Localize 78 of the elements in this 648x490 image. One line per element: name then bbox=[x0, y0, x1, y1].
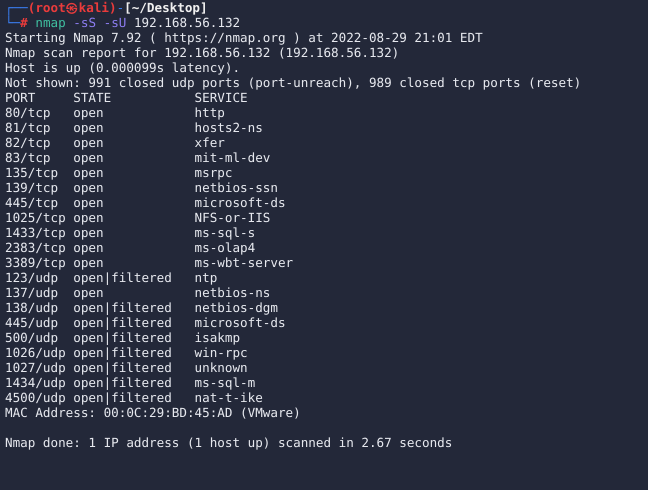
state-cell: open bbox=[73, 285, 104, 300]
state-cell: open|filtered bbox=[73, 270, 172, 285]
state-cell: open|filtered bbox=[73, 375, 172, 390]
port-cell: 2383/tcp bbox=[5, 240, 66, 255]
prompt-dash: - bbox=[116, 0, 124, 15]
port-cell: 135/tcp bbox=[5, 165, 58, 180]
state-cell: open bbox=[73, 210, 104, 225]
port-cell: 1027/udp bbox=[5, 360, 66, 375]
command-options: -sS -sU bbox=[73, 15, 126, 30]
state-cell: open|filtered bbox=[73, 300, 172, 315]
state-cell: open bbox=[73, 105, 104, 120]
output-line: Host is up (0.000099s latency). bbox=[5, 60, 240, 75]
prompt-path: [~/Desktop] bbox=[124, 0, 208, 15]
output-line: Not shown: 991 closed udp ports (port-unreach), 989 closed tcp ports (reset) bbox=[5, 75, 582, 90]
state-cell: open|filtered bbox=[73, 345, 172, 360]
port-cell: 81/tcp bbox=[5, 120, 50, 135]
port-cell: 137/udp bbox=[5, 285, 58, 300]
service-cell: msrpc bbox=[194, 165, 232, 180]
state-cell: open bbox=[73, 195, 104, 210]
service-cell: netbios-ns bbox=[194, 285, 270, 300]
service-cell: isakmp bbox=[194, 330, 240, 345]
state-cell: open bbox=[73, 180, 104, 195]
port-cell: 1025/tcp bbox=[5, 210, 66, 225]
port-cell: 138/udp bbox=[5, 300, 58, 315]
service-cell: hosts2-ns bbox=[194, 120, 263, 135]
port-cell: 1434/udp bbox=[5, 375, 66, 390]
service-cell: ntp bbox=[194, 270, 218, 285]
service-cell: nat-t-ike bbox=[194, 390, 263, 405]
service-cell: ms-sql-s bbox=[194, 225, 256, 240]
port-cell: 500/udp bbox=[5, 330, 58, 345]
column-header: PORT bbox=[5, 90, 36, 105]
prompt-corner: ┌── bbox=[5, 0, 28, 15]
port-cell: 123/udp bbox=[5, 270, 58, 285]
state-cell: open bbox=[73, 255, 104, 270]
prompt-user-host: (root㉿kali) bbox=[28, 0, 117, 15]
output-line: Nmap done: 1 IP address (1 host up) scanned in 2.67 seconds bbox=[5, 435, 452, 450]
port-cell: 445/udp bbox=[5, 315, 58, 330]
column-header: SERVICE bbox=[194, 90, 248, 105]
service-cell: mit-ml-dev bbox=[194, 150, 270, 165]
port-cell: 80/tcp bbox=[5, 105, 50, 120]
prompt-symbol: # bbox=[20, 15, 28, 30]
prompt-corner: └─ bbox=[5, 15, 20, 30]
service-cell: ms-sql-m bbox=[194, 375, 256, 390]
state-cell: open bbox=[73, 240, 104, 255]
column-header: STATE bbox=[73, 90, 112, 105]
state-cell: open|filtered bbox=[73, 390, 172, 405]
service-cell: ms-wbt-server bbox=[194, 255, 294, 270]
output-line: Starting Nmap 7.92 ( https://nmap.org ) at 2022-08-29 21:01 EDT bbox=[5, 30, 483, 45]
state-cell: open bbox=[73, 165, 104, 180]
output-line: Nmap scan report for 192.168.56.132 (192.168.56.132) bbox=[5, 45, 400, 60]
state-cell: open bbox=[73, 150, 104, 165]
port-cell: 139/tcp bbox=[5, 180, 58, 195]
port-cell: 3389/tcp bbox=[5, 255, 66, 270]
port-cell: 1433/tcp bbox=[5, 225, 66, 240]
port-cell: 4500/udp bbox=[5, 390, 66, 405]
state-cell: open|filtered bbox=[73, 330, 172, 345]
port-cell: 83/tcp bbox=[5, 150, 50, 165]
output-line: MAC Address: 00:0C:29:BD:45:AD (VMware) bbox=[5, 405, 301, 420]
state-cell: open bbox=[73, 225, 104, 240]
command-target: 192.168.56.132 bbox=[134, 15, 240, 30]
service-cell: microsoft-ds bbox=[194, 315, 286, 330]
state-cell: open|filtered bbox=[73, 315, 172, 330]
service-cell: xfer bbox=[194, 135, 225, 150]
service-cell: netbios-ssn bbox=[194, 180, 278, 195]
service-cell: win-rpc bbox=[194, 345, 248, 360]
service-cell: unknown bbox=[194, 360, 248, 375]
state-cell: open|filtered bbox=[73, 360, 172, 375]
port-cell: 445/tcp bbox=[5, 195, 58, 210]
service-cell: http bbox=[194, 105, 225, 120]
service-cell: ms-olap4 bbox=[194, 240, 256, 255]
port-cell: 1026/udp bbox=[5, 345, 66, 360]
service-cell: netbios-dgm bbox=[194, 300, 278, 315]
command-name: nmap bbox=[35, 15, 66, 30]
state-cell: open bbox=[73, 120, 104, 135]
service-cell: NFS-or-IIS bbox=[194, 210, 270, 225]
service-cell: microsoft-ds bbox=[194, 195, 286, 210]
port-cell: 82/tcp bbox=[5, 135, 50, 150]
state-cell: open bbox=[73, 135, 104, 150]
